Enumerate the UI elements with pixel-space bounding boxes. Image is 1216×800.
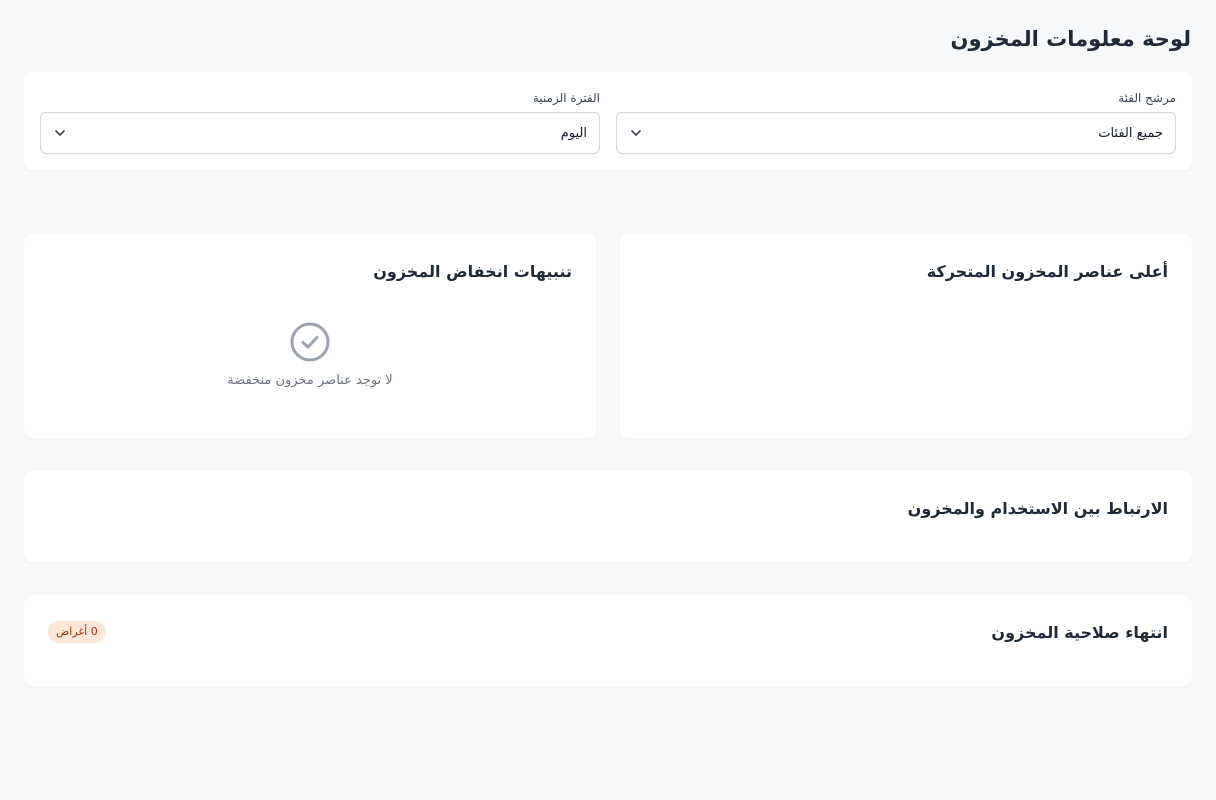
- chevron-down-icon: [631, 130, 641, 136]
- correlation-title: الارتباط بين الاستخدام والمخزون: [907, 499, 1168, 518]
- low-stock-card: تنبيهات انخفاض المخزون لا توجد عناصر مخز…: [24, 234, 596, 438]
- inventory-dashboard: لوحة معلومات المخزون مرشح الفئة جميع الف…: [0, 0, 1216, 800]
- filters-card: مرشح الفئة جميع الفئات الفترة الزمنية ال…: [24, 72, 1192, 170]
- category-filter-label: مرشح الفئة: [1118, 91, 1176, 105]
- category-select-value: جميع الفئات: [1098, 125, 1163, 141]
- top-movers-card: أعلى عناصر المخزون المتحركة: [620, 234, 1192, 438]
- category-filter: مرشح الفئة جميع الفئات: [616, 90, 1176, 154]
- category-select[interactable]: جميع الفئات: [616, 112, 1176, 154]
- top-movers-title: أعلى عناصر المخزون المتحركة: [926, 262, 1168, 281]
- low-stock-empty-state: لا توجد عناصر مخزون منخفضة: [24, 321, 596, 388]
- expiry-title: انتهاء صلاحية المخزون: [991, 623, 1168, 642]
- check-circle-icon: [290, 322, 330, 362]
- period-select[interactable]: اليوم: [40, 112, 600, 154]
- page-title: لوحة معلومات المخزون: [950, 27, 1191, 51]
- stock-expiry-card: انتهاء صلاحية المخزون 0 أغراض: [24, 595, 1192, 686]
- low-stock-empty-text: لا توجد عناصر مخزون منخفضة: [227, 373, 393, 388]
- usage-stock-correlation-card: الارتباط بين الاستخدام والمخزون: [24, 471, 1192, 562]
- period-filter-label: الفترة الزمنية: [532, 91, 600, 105]
- period-filter: الفترة الزمنية اليوم: [40, 90, 600, 154]
- period-select-value: اليوم: [560, 125, 587, 141]
- chevron-down-icon: [55, 130, 65, 136]
- low-stock-title: تنبيهات انخفاض المخزون: [373, 262, 572, 281]
- expiry-count-badge: 0 أغراض: [48, 621, 106, 643]
